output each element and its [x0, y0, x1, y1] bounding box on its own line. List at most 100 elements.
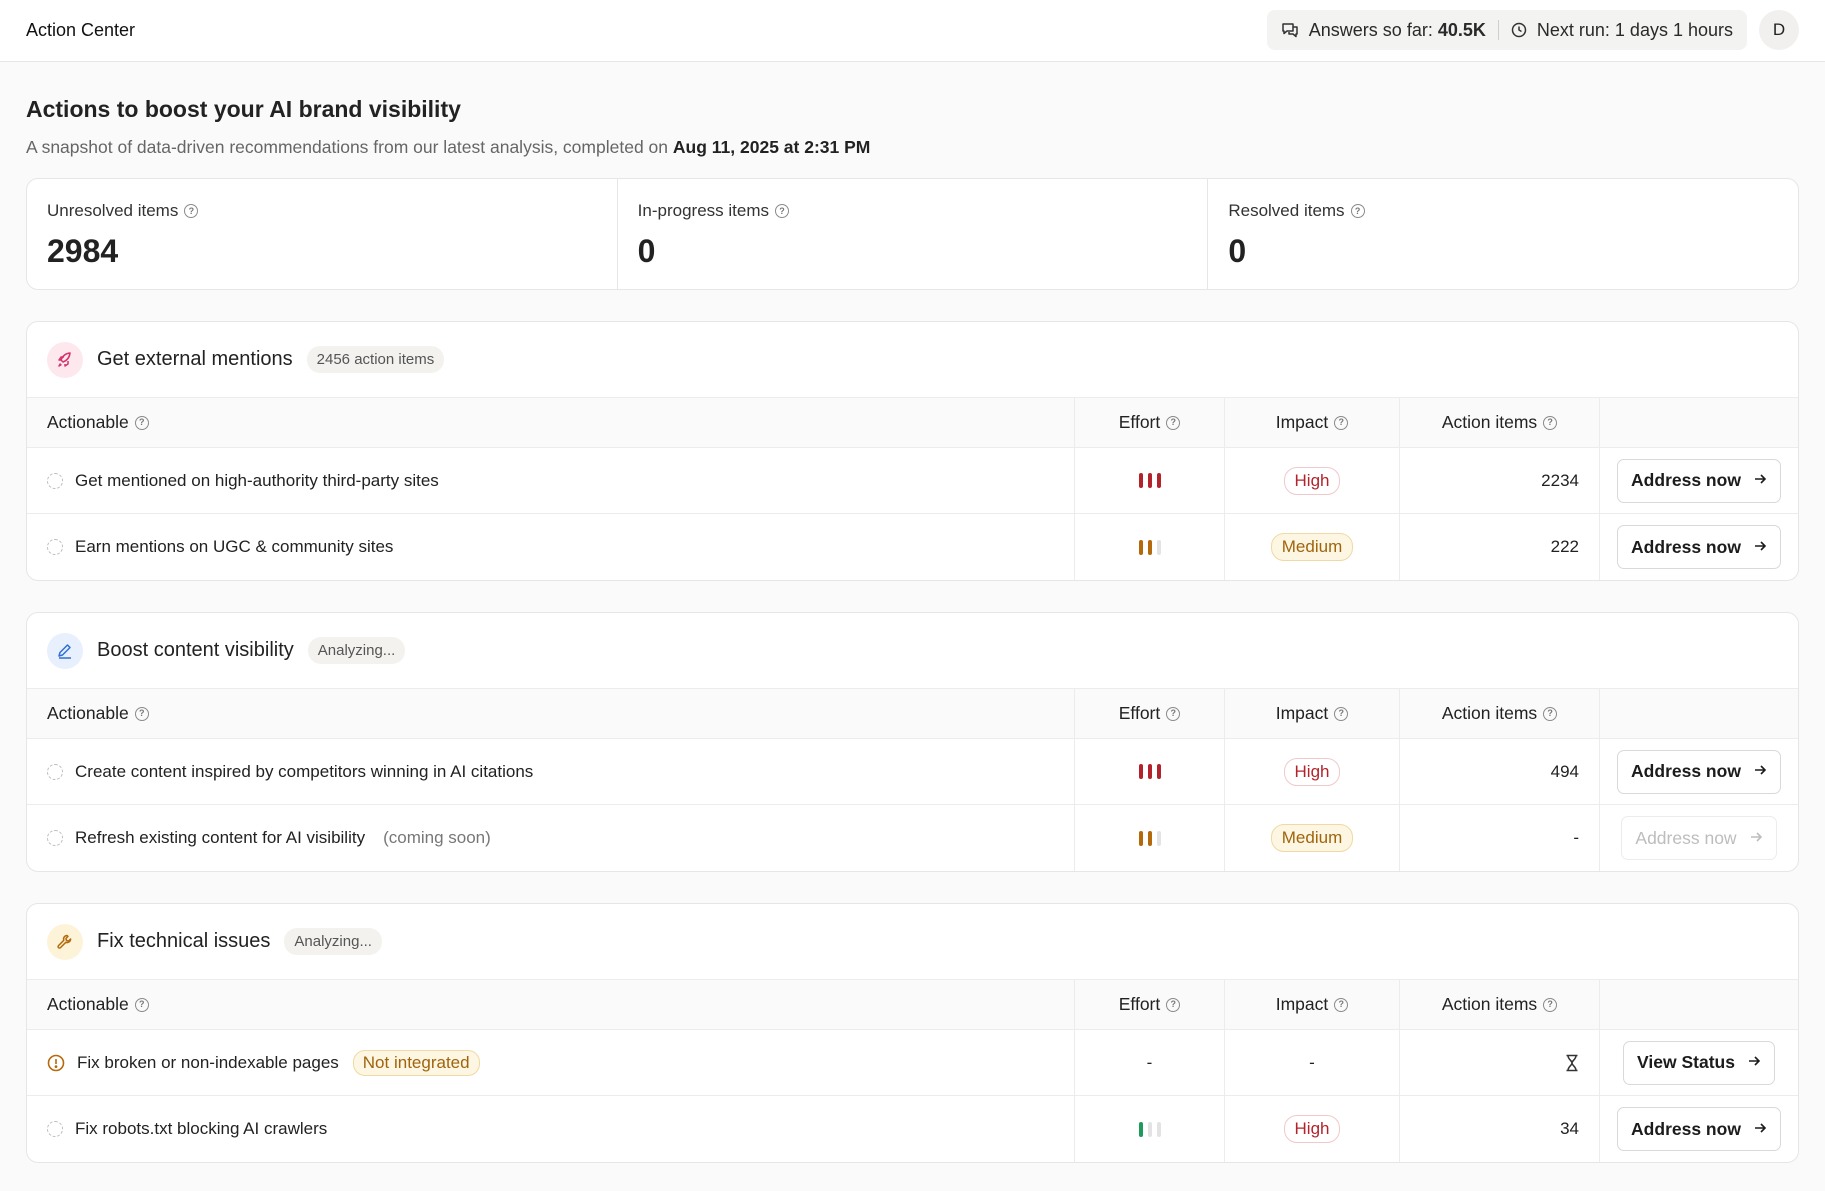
help-icon[interactable]: ?	[1334, 706, 1349, 721]
header-action-items: Action items	[1441, 994, 1538, 1014]
answers-label: Answers so far: 40.5K	[1308, 19, 1486, 40]
section-technical-issues: Fix technical issues Analyzing... Action…	[26, 903, 1799, 1163]
help-icon[interactable]: ?	[1166, 997, 1181, 1012]
top-right-group: Answers so far: 40.5K Next run: 1 days 1…	[1266, 10, 1799, 50]
row-label: Fix robots.txt blocking AI crawlers	[75, 1119, 328, 1138]
section-header: Fix technical issues Analyzing...	[27, 904, 1798, 980]
effort-bars	[1138, 764, 1161, 779]
help-icon[interactable]: ?	[134, 415, 149, 430]
status-pending-icon	[47, 539, 63, 555]
help-icon[interactable]: ?	[134, 706, 149, 721]
status-pending-icon	[47, 472, 63, 489]
impact-badge: High	[1283, 466, 1341, 495]
not-integrated-badge: Not integrated	[352, 1049, 480, 1076]
effort-bars	[1138, 830, 1161, 846]
help-icon[interactable]: ?	[1543, 997, 1558, 1012]
help-icon[interactable]: ?	[1543, 415, 1558, 430]
stat-value: 0	[1228, 233, 1247, 269]
action-count: 494	[1550, 761, 1579, 781]
wrench-icon	[47, 923, 83, 960]
rocket-icon	[47, 341, 83, 378]
help-icon[interactable]: ?	[134, 997, 149, 1012]
stat-value: 0	[637, 233, 656, 269]
run-stats-pill: Answers so far: 40.5K Next run: 1 days 1…	[1266, 10, 1747, 50]
header-effort: Effort	[1118, 994, 1161, 1014]
row-label: Earn mentions on UGC & community sites	[75, 537, 394, 556]
page-subtitle: A snapshot of data-driven recommendation…	[26, 137, 871, 157]
header-action-items: Action items	[1441, 412, 1538, 432]
table-header-row: Actionable? Effort? Impact? Action items…	[27, 689, 1798, 739]
header-actionable: Actionable	[47, 412, 129, 432]
avatar[interactable]: D	[1759, 10, 1799, 50]
section-content-visibility: Boost content visibility Analyzing... Ac…	[26, 612, 1799, 872]
arrow-right-icon	[1753, 761, 1767, 782]
address-now-button[interactable]: Address now	[1617, 458, 1781, 503]
help-icon[interactable]: ?	[775, 204, 789, 218]
header-action-items: Action items	[1441, 703, 1538, 723]
header-impact: Impact	[1275, 703, 1329, 723]
status-pending-icon	[47, 830, 63, 846]
impact-badge: Medium	[1270, 824, 1354, 852]
table-header-row: Actionable? Effort? Impact? Action items…	[27, 980, 1798, 1030]
stat-label: In-progress items	[637, 201, 769, 220]
row-label: Refresh existing content for AI visibili…	[75, 828, 366, 847]
effort-value: -	[1146, 1052, 1153, 1072]
section-title: Get external mentions	[97, 348, 293, 370]
help-icon[interactable]: ?	[1166, 706, 1181, 721]
effort-bars	[1138, 473, 1161, 488]
stat-in-progress: In-progress items? 0	[618, 179, 1209, 289]
stat-label: Resolved items	[1228, 201, 1345, 220]
arrow-right-icon	[1749, 828, 1763, 849]
help-icon[interactable]: ?	[1543, 706, 1558, 721]
address-now-button[interactable]: Address now	[1617, 749, 1781, 794]
section-header: Boost content visibility Analyzing...	[27, 613, 1798, 689]
help-icon[interactable]: ?	[184, 204, 199, 218]
analysis-date: Aug 11, 2025 at 2:31 PM	[672, 137, 871, 157]
effort-bars	[1138, 1121, 1161, 1137]
page-title: Actions to boost your AI brand visibilit…	[26, 96, 461, 122]
section-badge: Analyzing...	[284, 928, 382, 955]
table-row: Refresh existing content for AI visibili…	[27, 805, 1798, 871]
warning-circle-icon	[47, 1054, 65, 1072]
impact-badge: High	[1283, 757, 1341, 786]
header-impact: Impact	[1275, 412, 1329, 432]
header-actionable: Actionable	[47, 994, 129, 1014]
help-icon[interactable]: ?	[1350, 204, 1365, 218]
row-label: Fix broken or non-indexable pages	[77, 1052, 339, 1072]
table-row: Earn mentions on UGC & community sites M…	[27, 514, 1798, 580]
status-pending-icon	[47, 763, 63, 780]
table-row: Get mentioned on high-authority third-pa…	[27, 448, 1798, 514]
action-count: 34	[1560, 1119, 1579, 1138]
address-now-button[interactable]: Address now	[1617, 525, 1781, 569]
help-icon[interactable]: ?	[1166, 415, 1181, 430]
view-status-button[interactable]: View Status	[1623, 1040, 1775, 1085]
help-icon[interactable]: ?	[1334, 997, 1349, 1012]
row-label: Create content inspired by competitors w…	[75, 761, 534, 781]
impact-badge: High	[1283, 1115, 1341, 1143]
action-count: -	[1573, 828, 1579, 847]
section-header: Get external mentions 2456 action items	[27, 322, 1798, 398]
action-count: 222	[1550, 537, 1579, 556]
arrow-right-icon	[1753, 1119, 1767, 1140]
address-now-button[interactable]: Address now	[1617, 1107, 1781, 1151]
stat-resolved: Resolved items? 0	[1208, 179, 1798, 289]
coming-soon-note: (coming soon)	[383, 828, 491, 847]
arrow-right-icon	[1753, 470, 1767, 491]
section-title: Fix technical issues	[97, 930, 271, 952]
next-run-label: Next run: 1 days 1 hours	[1536, 19, 1733, 40]
arrow-right-icon	[1753, 537, 1767, 558]
pen-icon	[47, 632, 83, 669]
app-title: Action Center	[26, 20, 136, 40]
section-external-mentions: Get external mentions 2456 action items …	[26, 321, 1799, 581]
hourglass-icon	[1565, 1054, 1579, 1072]
pill-divider	[1497, 20, 1499, 40]
header-effort: Effort	[1118, 703, 1161, 723]
header-effort: Effort	[1118, 412, 1161, 432]
table-row: Fix robots.txt blocking AI crawlers High…	[27, 1096, 1798, 1162]
section-title: Boost content visibility	[97, 639, 294, 661]
stats-card: Unresolved items? 2984 In-progress items…	[26, 178, 1799, 290]
stat-label: Unresolved items	[47, 201, 179, 220]
help-icon[interactable]: ?	[1334, 415, 1349, 430]
effort-bars	[1138, 539, 1161, 555]
header-impact: Impact	[1275, 994, 1329, 1014]
